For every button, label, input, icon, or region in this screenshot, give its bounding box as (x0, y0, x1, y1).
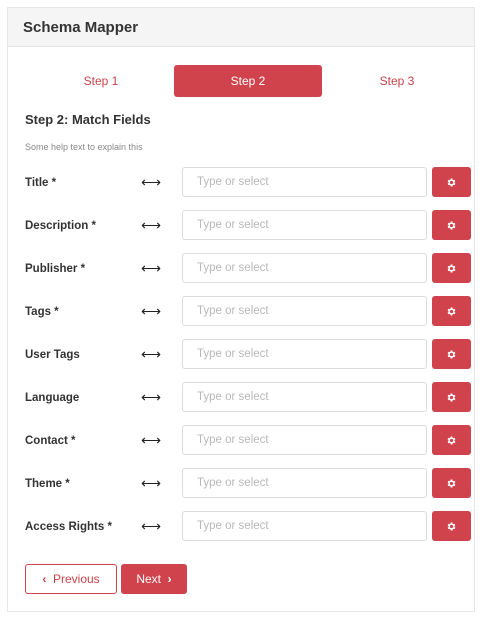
panel-title: Schema Mapper (23, 19, 139, 36)
gear-icon (447, 436, 456, 444)
schema-mapper-panel: Schema Mapper Step 1 Step 2 Step 3 Step … (7, 7, 475, 612)
field-label: Publisher * (25, 263, 86, 275)
gear-icon (447, 221, 456, 229)
theme-settings-button[interactable] (432, 468, 471, 498)
publisher-field-input[interactable] (182, 253, 427, 283)
gear-icon (447, 393, 456, 401)
field-label: Access Rights * (25, 521, 112, 533)
chevron-right-icon: › (167, 572, 172, 586)
left-right-arrow-icon: ⟷ (141, 217, 162, 233)
previous-button[interactable]: ‹ Previous (25, 564, 117, 594)
tab-step-2[interactable]: Step 2 (174, 65, 322, 97)
description-settings-button[interactable] (432, 210, 471, 240)
field-row-user-tags: User Tags ⟷ (8, 339, 474, 371)
left-right-arrow-icon: ⟷ (141, 389, 162, 405)
gear-icon (447, 264, 456, 272)
contact-settings-button[interactable] (432, 425, 471, 455)
field-row-tags: Tags * ⟷ (8, 296, 474, 328)
tags-settings-button[interactable] (432, 296, 471, 326)
left-right-arrow-icon: ⟷ (141, 518, 162, 534)
left-right-arrow-icon: ⟷ (141, 346, 162, 362)
gear-icon (447, 178, 456, 186)
field-label: Contact * (25, 435, 76, 447)
previous-button-label: Previous (52, 572, 100, 586)
tags-field-input[interactable] (182, 296, 427, 326)
title-field-input[interactable] (182, 167, 427, 197)
gear-icon (447, 350, 456, 358)
field-label: User Tags (25, 349, 80, 361)
description-field-input[interactable] (182, 210, 427, 240)
tab-step-1[interactable]: Step 1 (46, 65, 156, 97)
gear-icon (447, 522, 456, 530)
field-row-contact: Contact * ⟷ (8, 425, 474, 457)
next-button-label: Next (136, 572, 161, 586)
theme-field-input[interactable] (182, 468, 427, 498)
chevron-left-icon: ‹ (42, 572, 47, 586)
publisher-settings-button[interactable] (432, 253, 471, 283)
left-right-arrow-icon: ⟷ (141, 432, 162, 448)
access-rights-settings-button[interactable] (432, 511, 471, 541)
field-label: Language (25, 392, 80, 404)
field-label: Title * (25, 177, 57, 189)
field-label: Description * (25, 220, 96, 232)
gear-icon (447, 479, 456, 487)
left-right-arrow-icon: ⟷ (141, 260, 162, 276)
field-row-publisher: Publisher * ⟷ (8, 253, 474, 285)
user-tags-field-input[interactable] (182, 339, 427, 369)
left-right-arrow-icon: ⟷ (141, 303, 162, 319)
gear-icon (447, 307, 456, 315)
field-row-language: Language ⟷ (8, 382, 474, 414)
access-rights-field-input[interactable] (182, 511, 427, 541)
tab-step-3[interactable]: Step 3 (342, 65, 452, 97)
field-row-title: Title * ⟷ (8, 167, 474, 199)
section-title: Step 2: Match Fields (25, 112, 151, 127)
field-row-description: Description * ⟷ (8, 210, 474, 242)
field-row-access-rights: Access Rights * ⟷ (8, 511, 474, 543)
user-tags-settings-button[interactable] (432, 339, 471, 369)
step-tabs: Step 1 Step 2 Step 3 (8, 65, 474, 97)
left-right-arrow-icon: ⟷ (141, 475, 162, 491)
left-right-arrow-icon: ⟷ (141, 174, 162, 190)
help-text: Some help text to explain this (25, 142, 143, 152)
language-settings-button[interactable] (432, 382, 471, 412)
panel-header: Schema Mapper (8, 8, 474, 47)
field-row-theme: Theme * ⟷ (8, 468, 474, 500)
next-button[interactable]: Next › (121, 564, 187, 594)
title-settings-button[interactable] (432, 167, 471, 197)
field-label: Theme * (25, 478, 70, 490)
contact-field-input[interactable] (182, 425, 427, 455)
field-label: Tags * (25, 306, 59, 318)
language-field-input[interactable] (182, 382, 427, 412)
